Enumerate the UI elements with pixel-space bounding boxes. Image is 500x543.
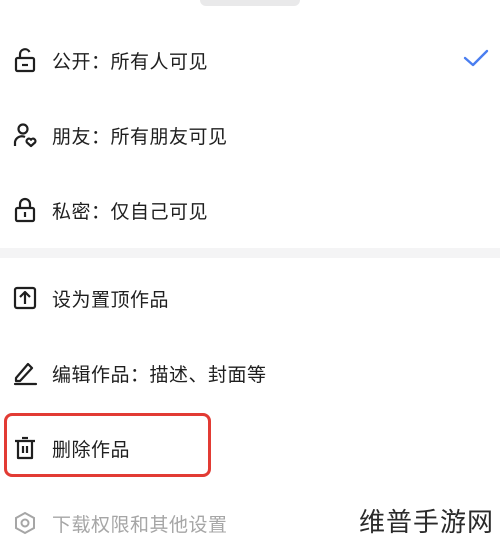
edit-work-label: 编辑作品：描述、封面等 [52,363,267,386]
download-settings-label: 下载权限和其他设置 [52,513,228,536]
settings-icon [12,510,38,536]
lock-icon [12,197,38,223]
privacy-option-public[interactable]: 公开：所有人可见 [0,40,500,80]
pin-top-button[interactable]: 设为置顶作品 [0,278,500,318]
privacy-option-private[interactable]: 私密：仅自己可见 [0,190,500,230]
section-divider [0,248,500,258]
unlock-icon [12,47,38,73]
privacy-option-public-label: 公开：所有人可见 [52,50,209,73]
pin-top-icon [12,285,38,311]
delete-highlight-box [4,413,211,477]
edit-icon [12,360,38,386]
watermark: 维普手游网 [358,508,494,538]
friends-icon [12,122,38,148]
sheet-top-handle [200,0,300,6]
pin-top-label: 设为置顶作品 [52,288,170,311]
privacy-option-private-label: 私密：仅自己可见 [52,200,209,223]
check-icon [462,47,490,74]
edit-work-button[interactable]: 编辑作品：描述、封面等 [0,353,500,393]
privacy-option-friends[interactable]: 朋友：所有朋友可见 [0,115,500,155]
privacy-option-friends-label: 朋友：所有朋友可见 [52,125,228,148]
